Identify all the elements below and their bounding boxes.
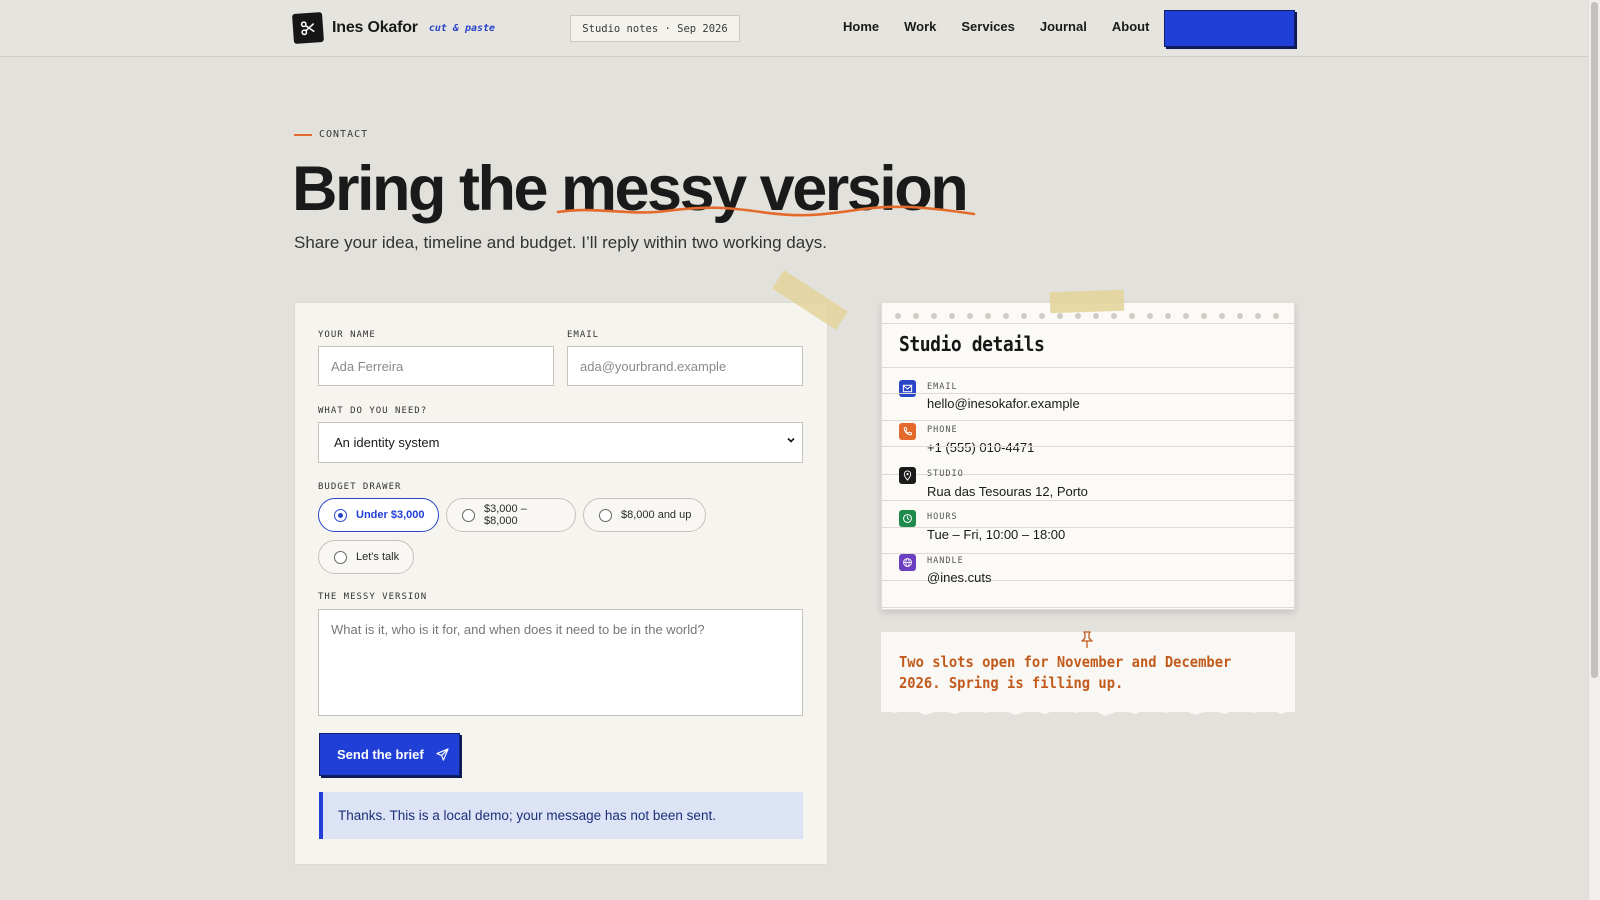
perforation-dots bbox=[895, 313, 1279, 319]
clock-icon bbox=[899, 510, 916, 527]
message-label: THE MESSY VERSION bbox=[318, 592, 428, 602]
radio-selected[interactable] bbox=[334, 508, 347, 522]
contact-form-card bbox=[294, 302, 828, 865]
divider bbox=[882, 500, 1294, 501]
detail-value-handle[interactable]: @ines.cuts bbox=[927, 570, 992, 585]
need-select-value: An identity system bbox=[334, 435, 440, 450]
divider bbox=[882, 323, 1294, 324]
mail-icon bbox=[899, 380, 916, 397]
detail-label-email: EMAIL bbox=[927, 382, 958, 392]
budget-option-label: $8,000 and up bbox=[621, 509, 692, 521]
nav-home[interactable]: Home bbox=[843, 19, 879, 34]
nav-about[interactable]: About bbox=[1112, 19, 1150, 34]
detail-label-studio: STUDIO bbox=[927, 469, 964, 479]
nav-work[interactable]: Work bbox=[904, 19, 936, 34]
paper-plane-icon bbox=[436, 748, 449, 761]
lede: Share your idea, timeline and budget. I’… bbox=[294, 233, 827, 252]
radio[interactable] bbox=[599, 508, 612, 522]
detail-value-studio: Rua das Tesouras 12, Porto bbox=[927, 484, 1088, 499]
location-pin-icon bbox=[899, 467, 916, 484]
detail-label-handle: HANDLE bbox=[927, 556, 964, 566]
scissors-logo-icon bbox=[291, 11, 325, 45]
studio-details-title: Studio details bbox=[899, 332, 1045, 356]
headline-start: Bring the bbox=[292, 154, 561, 224]
divider bbox=[882, 553, 1294, 554]
budget-option-label: $3,000 – $8,000 bbox=[484, 503, 527, 527]
budget-option-8000-up[interactable]: $8,000 and up bbox=[583, 498, 706, 532]
brand[interactable]: Ines Okafor cut & paste bbox=[291, 11, 496, 45]
detail-label-hours: HOURS bbox=[927, 512, 958, 522]
scrollbar[interactable] bbox=[1588, 0, 1600, 900]
phone-icon bbox=[899, 423, 916, 440]
email-input[interactable] bbox=[567, 346, 803, 386]
nav-services[interactable]: Services bbox=[961, 19, 1015, 34]
name-label: YOUR NAME bbox=[318, 330, 376, 340]
budget-option-3000-8000[interactable]: $3,000 – $8,000 bbox=[446, 498, 576, 532]
email-label: EMAIL bbox=[567, 330, 600, 340]
chevron-down-icon bbox=[786, 435, 796, 448]
availability-note: Two slots open for November and December… bbox=[899, 653, 1232, 692]
divider bbox=[882, 367, 1294, 368]
eyebrow-line bbox=[294, 133, 312, 136]
budget-option-under-3000[interactable]: Under $3,000 bbox=[318, 498, 439, 532]
scrollbar-thumb[interactable] bbox=[1591, 2, 1598, 678]
send-brief-button[interactable]: Send the brief bbox=[319, 733, 460, 776]
budget-option-label: Let's talk bbox=[356, 551, 400, 563]
eyebrow: CONTACT bbox=[294, 129, 368, 140]
divider bbox=[882, 607, 1294, 608]
eyebrow-text: CONTACT bbox=[319, 129, 369, 140]
message-textarea[interactable] bbox=[318, 609, 803, 716]
detail-value-hours: Tue – Fri, 10:00 – 18:00 bbox=[927, 527, 1066, 542]
main-nav: Home Work Services Journal About bbox=[843, 19, 1174, 34]
detail-value-email[interactable]: hello@inesokafor.example bbox=[927, 396, 1080, 411]
nav-journal[interactable]: Journal bbox=[1040, 19, 1087, 34]
brand-tag: cut & paste bbox=[428, 22, 496, 34]
detail-value-phone[interactable]: +1 (555) 010-4471 bbox=[927, 440, 1034, 455]
tape-strip bbox=[1049, 289, 1125, 314]
budget-option-lets-talk[interactable]: Let's talk bbox=[318, 540, 414, 574]
brand-name: Ines Okafor bbox=[332, 19, 418, 36]
name-input[interactable] bbox=[318, 346, 554, 386]
divider bbox=[882, 446, 1294, 447]
budget-option-label: Under $3,000 bbox=[356, 509, 425, 521]
studio-notes-pill: Studio notes · Sep 2026 bbox=[570, 15, 740, 42]
globe-icon bbox=[899, 554, 916, 571]
divider bbox=[882, 393, 1294, 394]
need-select[interactable]: An identity system bbox=[318, 422, 803, 463]
radio[interactable] bbox=[334, 550, 347, 564]
nav-cta-button[interactable] bbox=[1164, 10, 1295, 47]
need-label: WHAT DO YOU NEED? bbox=[318, 406, 428, 416]
pushpin-icon bbox=[1080, 631, 1094, 654]
send-brief-label: Send the brief bbox=[337, 747, 424, 762]
demo-notice: Thanks. This is a local demo; your messa… bbox=[319, 792, 803, 839]
top-bar: Ines Okafor cut & paste Studio notes · S… bbox=[0, 0, 1588, 57]
squiggle-underline bbox=[556, 205, 976, 217]
torn-edge bbox=[881, 705, 1295, 716]
detail-label-phone: PHONE bbox=[927, 425, 958, 435]
radio[interactable] bbox=[462, 508, 475, 522]
divider bbox=[882, 420, 1294, 421]
budget-label: BUDGET DRAWER bbox=[318, 482, 402, 492]
